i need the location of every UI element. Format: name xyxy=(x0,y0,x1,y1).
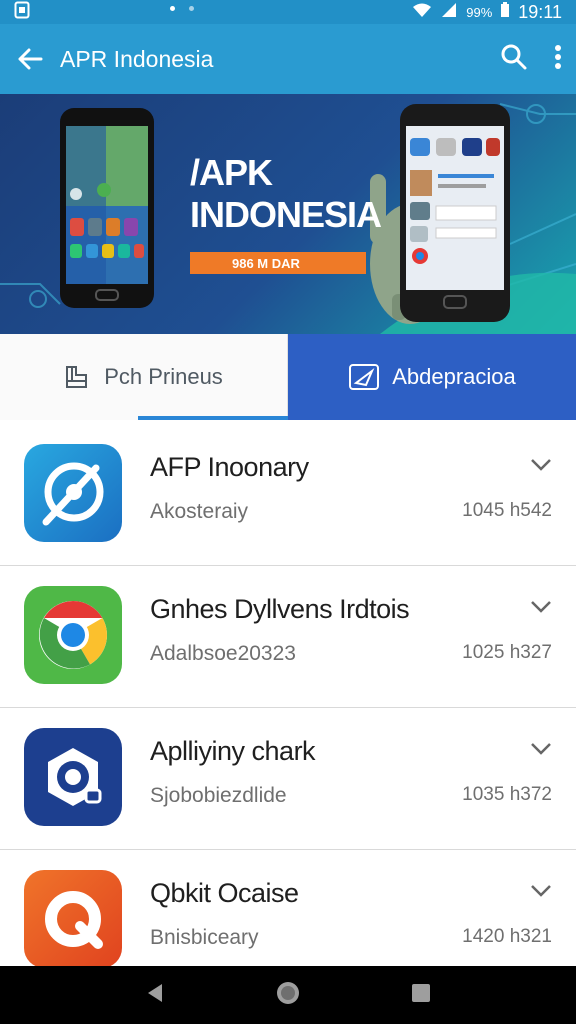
phone-illustration-left xyxy=(60,108,154,308)
nav-home-button[interactable] xyxy=(275,980,301,1011)
camera-app-icon xyxy=(24,728,122,826)
wifi-icon xyxy=(412,2,432,22)
banner-title-line2: INDONESIA xyxy=(190,194,382,235)
tab-first-label: Pch Prineus xyxy=(104,364,223,389)
banner-tagline: 986 M DAR xyxy=(190,252,366,274)
notification-dot xyxy=(170,6,175,11)
sim-icon xyxy=(14,1,30,24)
system-nav-bar xyxy=(0,966,576,1024)
notification-dot xyxy=(189,6,194,11)
tab-indicator xyxy=(138,416,288,420)
app-meta: 1045 h542 xyxy=(462,500,552,521)
send-icon xyxy=(349,364,380,390)
chevron-down-icon[interactable] xyxy=(530,600,552,614)
app-title: Aplliyiny chark xyxy=(150,736,316,766)
tab-second-label: Abdepracioa xyxy=(392,364,516,389)
page-title: APR Indonesia xyxy=(60,45,214,72)
app-title: Qbkit Ocaise xyxy=(150,878,299,908)
clock: 19:11 xyxy=(518,1,562,22)
list-item[interactable]: Aplliyiny chark Sjobobiezdlide 1035 h372 xyxy=(0,708,576,850)
chevron-down-icon[interactable] xyxy=(530,742,552,756)
back-button[interactable] xyxy=(0,24,60,94)
banner-title-line1: /APK xyxy=(190,152,273,193)
compass-app-icon xyxy=(24,444,122,542)
chrome-app-icon xyxy=(24,586,122,684)
app-subtitle: Adalbsoe20323 xyxy=(150,642,296,665)
overflow-menu-button[interactable] xyxy=(554,44,562,75)
tab-second[interactable]: Abdepracioa xyxy=(288,334,576,420)
battery-icon xyxy=(500,2,510,22)
app-meta: 1025 h327 xyxy=(462,642,552,663)
search-icon xyxy=(501,44,527,69)
app-bar: APR Indonesia xyxy=(0,24,576,94)
search-button[interactable] xyxy=(500,43,528,76)
battery-percent: 99% xyxy=(466,4,493,20)
back-arrow-icon xyxy=(18,48,43,70)
app-subtitle: Sjobobiezdlide xyxy=(150,784,287,807)
promo-banner[interactable]: /APK INDONESIA 986 M DAR xyxy=(0,94,576,334)
app-meta: 1035 h372 xyxy=(462,784,552,805)
nav-back-button[interactable] xyxy=(144,982,166,1009)
nav-recents-button[interactable] xyxy=(410,982,432,1009)
chevron-down-icon[interactable] xyxy=(530,884,552,898)
recents-square-icon xyxy=(411,983,430,1002)
list-item[interactable]: AFP Inoonary Akosteraiy 1045 h542 xyxy=(0,424,576,566)
banner-title: /APK INDONESIA xyxy=(190,152,382,236)
app-title: AFP Inoonary xyxy=(150,452,309,482)
status-bar: 99% 19:11 xyxy=(0,0,576,24)
store-icon xyxy=(66,366,88,388)
app-subtitle: Bnisbiceary xyxy=(150,926,259,949)
chevron-down-icon[interactable] xyxy=(530,458,552,472)
signal-icon xyxy=(440,2,458,22)
home-circle-icon xyxy=(276,981,299,1004)
phone-illustration-right xyxy=(400,104,510,322)
back-triangle-icon xyxy=(148,983,163,1002)
list-item[interactable]: Gnhes Dyllvens Irdtois Adalbsoe20323 102… xyxy=(0,566,576,708)
tab-first[interactable]: Pch Prineus xyxy=(0,334,288,420)
more-vert-icon xyxy=(555,44,561,69)
app-meta: 1420 h321 xyxy=(462,926,552,947)
tab-bar: Pch Prineus Abdepracioa xyxy=(0,334,576,420)
app-subtitle: Akosteraiy xyxy=(150,500,249,523)
q-app-icon xyxy=(24,870,122,968)
app-list: AFP Inoonary Akosteraiy 1045 h542 Gnhes … xyxy=(0,424,576,992)
app-title: Gnhes Dyllvens Irdtois xyxy=(150,594,410,624)
